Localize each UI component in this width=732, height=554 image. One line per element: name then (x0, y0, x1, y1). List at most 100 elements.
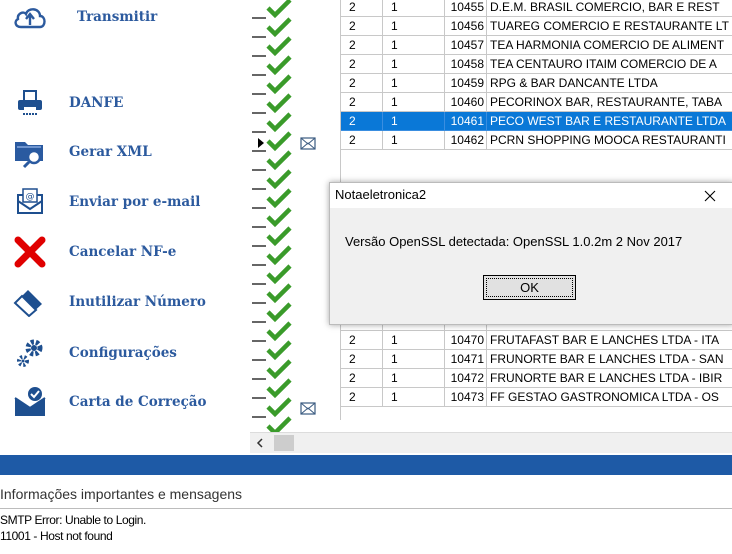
table-cell: 10460 (445, 93, 487, 112)
horizontal-scrollbar[interactable] (250, 432, 732, 453)
table-cell: 2 (341, 388, 383, 407)
dialog-message: Versão OpenSSL detectada: OpenSSL 1.0.2m… (345, 234, 683, 249)
sidebar-item-label: Cancelar NF-e (69, 244, 177, 260)
check-icon (252, 283, 292, 304)
sidebar-item-inutilizar[interactable]: Inutilizar Número (0, 282, 250, 322)
table-row[interactable]: 2 1 10462 PCRN SHOPPING MOOCA RESTAURANTI (341, 131, 732, 150)
table-row[interactable]: 2 1 10459 RPG & BAR DANCANTE LTDA (341, 74, 732, 93)
red-x-icon (10, 232, 50, 272)
table-row[interactable]: 2 1 10461 PECO WEST BAR E RESTAURANTE LTDA (341, 112, 732, 131)
table-row[interactable]: 2 1 10460 PECORINOX BAR, RESTAURANTE, TABA (341, 93, 732, 112)
table-row[interactable]: 2 1 10458 TEA CENTAURO ITAIM COMERCIO DE A (341, 55, 732, 74)
svg-text:@: @ (26, 192, 35, 202)
message-log: SMTP Error: Unable to Login. 11001 - Hos… (0, 510, 732, 554)
check-icon (252, 226, 292, 247)
check-icon (252, 188, 292, 209)
info-panel-title: Informações importantes e mensagens (0, 486, 243, 502)
dialog-title-bar: Notaeletronica2 (330, 183, 732, 208)
table-cell: TUAREG COMERCIO E RESTAURANTE LT (487, 17, 732, 36)
table-cell: 1 (383, 131, 445, 150)
table-cell: 1 (383, 36, 445, 55)
check-icon (252, 93, 292, 114)
table-cell: 2 (341, 369, 383, 388)
table-cell: 1 (383, 74, 445, 93)
message-dialog: Notaeletronica2 Versão OpenSSL detectada… (329, 182, 732, 325)
check-icon (252, 169, 292, 190)
folder-search-icon (10, 132, 50, 172)
table-cell: 1 (383, 369, 445, 388)
email-sent-icon (300, 137, 316, 150)
table-row[interactable]: 2 1 10471 FRUNORTE BAR E LANCHES LTDA - SAN (341, 350, 732, 369)
check-icon (252, 340, 292, 361)
table-cell: 10457 (445, 36, 487, 55)
table-row[interactable]: 2 1 10455 D.E.M. BRASIL COMERCIO, BAR E RES… (341, 0, 732, 17)
check-icon (252, 55, 292, 76)
sidebar-item-transmitir[interactable]: Transmitir (0, 0, 250, 37)
check-icon (252, 302, 292, 323)
sidebar-item-carta-correcao[interactable]: Carta de Correção (0, 382, 250, 422)
sidebar-item-label: Configurações (69, 345, 177, 361)
close-icon[interactable] (687, 183, 732, 208)
check-icon (252, 207, 292, 228)
sidebar-item-gerar-xml[interactable]: Gerar XML (0, 132, 250, 172)
table-cell: 10473 (445, 388, 487, 407)
sidebar-item-cancelar-nfe[interactable]: Cancelar NF-e (0, 232, 250, 272)
row-indicator-column (250, 0, 340, 437)
table-cell: FRUNORTE BAR E LANCHES LTDA - IBIR (487, 369, 732, 388)
table-cell: 2 (341, 0, 383, 17)
table-cell: 2 (341, 331, 383, 350)
table-cell: 10472 (445, 369, 487, 388)
table-cell: 10471 (445, 350, 487, 369)
scroll-left-arrow-icon[interactable] (250, 433, 270, 453)
table-cell: 10470 (445, 331, 487, 350)
sidebar-item-configuracoes[interactable]: Configurações (0, 333, 250, 373)
sidebar-item-label: Carta de Correção (69, 394, 207, 410)
table-cell: 2 (341, 74, 383, 93)
table-cell: 2 (341, 17, 383, 36)
dialog-title: Notaeletronica2 (335, 187, 427, 202)
check-icon (252, 74, 292, 95)
check-icon (252, 36, 292, 57)
check-icon (252, 378, 292, 399)
ok-button[interactable]: OK (483, 275, 576, 300)
cloud-upload-icon (10, 0, 50, 37)
table-cell: 2 (341, 350, 383, 369)
table-cell: 2 (341, 55, 383, 74)
sidebar-item-danfe[interactable]: DANFE (0, 83, 250, 123)
table-cell: TEA HARMONIA COMERCIO DE ALIMENT (487, 36, 732, 55)
sidebar-item-label: Gerar XML (69, 144, 152, 160)
table-cell: 1 (383, 388, 445, 407)
table-cell: D.E.M. BRASIL COMERCIO, BAR E REST (487, 0, 732, 17)
table-row[interactable]: 2 1 10456 TUAREG COMERCIO E RESTAURANTE LT (341, 17, 732, 36)
sidebar-item-enviar-email[interactable]: @ Enviar por e-mail (0, 182, 250, 222)
divider (0, 508, 732, 509)
table-row[interactable]: 2 1 10457 TEA HARMONIA COMERCIO DE ALIMENT (341, 36, 732, 55)
check-icon (252, 416, 292, 437)
check-icon (252, 112, 292, 133)
blue-separator-bar (0, 455, 732, 475)
table-cell: 1 (383, 350, 445, 369)
correction-letter-icon (10, 382, 50, 422)
table-cell: PECORINOX BAR, RESTAURANTE, TABA (487, 93, 732, 112)
sidebar-item-label: DANFE (69, 95, 124, 111)
table-cell: 2 (341, 112, 383, 131)
table-row[interactable]: 2 1 10473 FF GESTAO GASTRONOMICA LTDA - OS (341, 388, 732, 407)
table-cell: 10458 (445, 55, 487, 74)
table-cell: 2 (341, 36, 383, 55)
table-row[interactable]: 2 1 10472 FRUNORTE BAR E LANCHES LTDA - IBI… (341, 369, 732, 388)
table-row[interactable]: 2 1 10470 FRUTAFAST BAR E LANCHES LTDA - IT… (341, 331, 732, 350)
sidebar-item-label: Transmitir (77, 9, 158, 25)
check-icon (252, 131, 292, 152)
table-cell: 10459 (445, 74, 487, 93)
table-cell: 1 (383, 93, 445, 112)
table-cell: 1 (383, 17, 445, 36)
current-row-arrow-icon (258, 138, 264, 148)
table-cell: PCRN SHOPPING MOOCA RESTAURANTI (487, 131, 732, 150)
table-cell: 1 (383, 55, 445, 74)
scroll-thumb[interactable] (274, 435, 294, 451)
gears-icon (10, 333, 50, 373)
check-icon (252, 359, 292, 380)
check-icon (252, 0, 292, 19)
table-cell: PECO WEST BAR E RESTAURANTE LTDA (487, 112, 732, 131)
check-icon (252, 321, 292, 342)
